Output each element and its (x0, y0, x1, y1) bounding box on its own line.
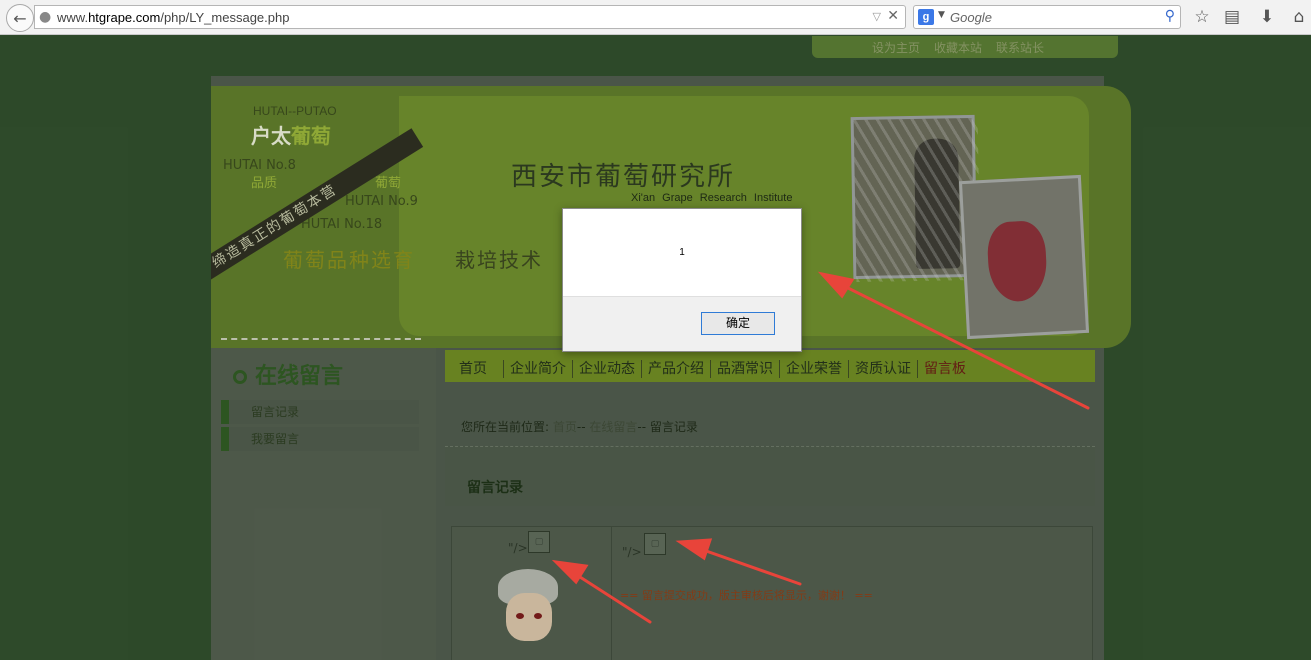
reading-list-icon[interactable]: ▤ (1221, 6, 1243, 28)
star-icon[interactable]: ☆ (1191, 6, 1213, 28)
content-header: 留言记录 (445, 446, 1095, 506)
alert-message: 1 (679, 247, 685, 258)
alert-body: 1 (563, 209, 801, 296)
breadcrumb-sep-1: -- (576, 420, 586, 434)
variety-no9: HUTAI No.9 (345, 194, 418, 209)
main-nav: 首页 企业简介 企业动态 产品介绍 品酒常识 企业荣誉 资质认证 留言板 (445, 350, 1095, 382)
dashed-divider (221, 338, 421, 340)
injected-fragment-left: "/> (508, 541, 528, 555)
url-text[interactable]: www.htgrape.com/php/LY_message.php (57, 10, 289, 25)
photo-person (850, 114, 981, 283)
broken-image-icon: ▢ (644, 533, 666, 555)
nav-home[interactable]: 首页 (453, 360, 504, 378)
message-entry: "/> ▢ "/> ▢ == 留言提交成功，版主审核后将显示，谢谢！ == (451, 526, 1093, 660)
alert-dialog: 1 确定 (562, 208, 802, 352)
breadcrumb: 您所在当前位置: 首页-- 在线留言-- 留言记录 (461, 418, 698, 435)
sidebar-item-leave-message[interactable]: 我要留言 (221, 427, 419, 451)
nav-about[interactable]: 企业简介 (504, 360, 573, 378)
top-links: 设为主页 收藏本站 联系站长 (812, 36, 1118, 58)
breadcrumb-home[interactable]: 首页 (553, 420, 577, 434)
variety-no8: HUTAI No.8 (223, 158, 296, 173)
sidebar: 在线留言 留言记录 我要留言 (211, 348, 436, 660)
breadcrumb-current: 留言记录 (649, 420, 698, 434)
breadcrumb-section[interactable]: 在线留言 (589, 420, 637, 434)
sidebar-title-text: 在线留言 (255, 364, 344, 389)
breadcrumb-sep-2: -- (637, 420, 647, 434)
dropdown-icon[interactable]: ▽ (873, 10, 881, 23)
site-subtitle: Xi'an Grape Research Institute (631, 192, 793, 204)
avatar (496, 569, 562, 660)
ok-button[interactable]: 确定 (701, 312, 775, 335)
photo-grapes (958, 174, 1090, 340)
tagline-a: 葡萄品种选育 (283, 248, 415, 272)
url-host: htgrape.com (88, 10, 161, 25)
pinzhong-b: 葡萄 (375, 176, 402, 191)
breadcrumb-prefix: 您所在当前位置: (461, 420, 550, 434)
alert-footer: 确定 (563, 296, 801, 351)
tagline-b: 栽培技术 (455, 248, 543, 272)
nav-honors[interactable]: 企业荣誉 (780, 360, 849, 378)
avatar-face (506, 593, 552, 641)
search-box[interactable]: g ▼ Google ⚲ (913, 5, 1181, 29)
nav-certification[interactable]: 资质认证 (849, 360, 918, 378)
avatar-eye-right (534, 613, 542, 619)
nav-news[interactable]: 企业动态 (573, 360, 642, 378)
sidebar-title: 在线留言 (233, 358, 343, 390)
search-icon[interactable]: ⚲ (1165, 8, 1175, 24)
grape-bunch (986, 219, 1049, 303)
injected-fragment-right: "/> (622, 545, 642, 559)
bookmark-link[interactable]: 收藏本站 (934, 39, 982, 56)
brand-cn-a: 户太 (251, 124, 291, 148)
sidebar-item-records[interactable]: 留言记录 (221, 400, 419, 424)
message-author-cell: "/> ▢ (452, 527, 612, 660)
search-input[interactable]: Google (950, 10, 992, 25)
brand-cn-b: 葡萄 (291, 124, 331, 148)
contact-link[interactable]: 联系站长 (996, 39, 1044, 56)
circle-icon (233, 370, 247, 384)
stop-icon[interactable]: ✕ (887, 8, 899, 24)
nav-products[interactable]: 产品介绍 (642, 360, 711, 378)
home-icon[interactable]: ⌂ (1288, 6, 1310, 28)
brand-logo: 户太葡萄 (251, 120, 331, 149)
search-engine-icon[interactable]: g (918, 9, 934, 25)
avatar-eye-left (516, 613, 524, 619)
pinzhong-a: 品质 (251, 176, 278, 191)
set-homepage-link[interactable]: 设为主页 (872, 39, 920, 56)
engine-dropdown-icon[interactable]: ▼ (938, 10, 945, 20)
site-container: HUTAI--PUTAO 户太葡萄 HUTAI No.8 品质 葡萄 HUTAI… (211, 76, 1131, 660)
nav-wine-knowledge[interactable]: 品酒常识 (711, 360, 780, 378)
nav-message-board[interactable]: 留言板 (918, 360, 972, 378)
back-arrow-icon[interactable]: ← (6, 4, 34, 32)
variety-no18: HUTAI No.18 (301, 217, 383, 232)
broken-image-icon: ▢ (528, 531, 550, 553)
brand-en: HUTAI--PUTAO (253, 104, 337, 118)
content-heading: 留言记录 (467, 480, 523, 496)
success-message: == 留言提交成功，版主审核后将显示，谢谢！ == (620, 589, 873, 602)
site-title: 西安市葡萄研究所 (511, 162, 736, 192)
download-icon[interactable]: ⬇ (1256, 6, 1278, 28)
address-bar[interactable]: ● www.htgrape.com/php/LY_message.php ▽ ✕ (34, 5, 906, 29)
browser-toolbar: ← ● www.htgrape.com/php/LY_message.php ▽… (0, 0, 1311, 35)
globe-icon: ● (39, 9, 52, 25)
